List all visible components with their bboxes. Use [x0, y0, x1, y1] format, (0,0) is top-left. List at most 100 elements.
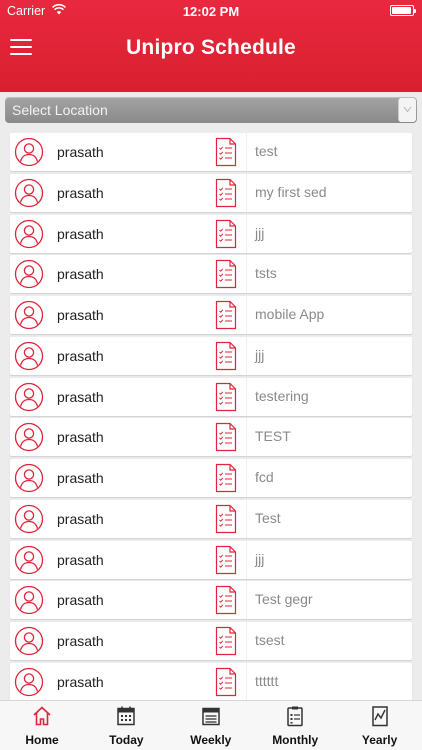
user-avatar-icon [14, 504, 44, 534]
checklist-document-icon [215, 259, 237, 289]
user-avatar-icon [14, 137, 44, 167]
checklist-document-icon [215, 667, 237, 697]
row-divider [246, 499, 247, 538]
list-item-topic: jjj [255, 224, 265, 241]
location-select[interactable]: Select Location [5, 97, 417, 123]
row-divider [246, 662, 247, 701]
tab-label: Weekly [190, 733, 232, 747]
checklist-document-icon [215, 545, 237, 575]
row-divider [246, 540, 247, 579]
tab-label: Yearly [361, 733, 398, 747]
list-item-topic: jjj [255, 346, 265, 363]
row-divider [246, 336, 247, 375]
list-item-topic: mobile App [255, 306, 325, 322]
list-item-topic: jjj [255, 550, 265, 567]
status-time: 12:02 PM [182, 4, 240, 19]
list-item-topic: tsest [255, 632, 285, 648]
row-divider [246, 459, 247, 497]
tab-home[interactable]: Home [0, 701, 84, 750]
user-avatar-icon [14, 545, 44, 575]
location-placeholder: Select Location [12, 102, 108, 118]
user-avatar-icon [14, 178, 44, 208]
list-item-topic: testering [255, 387, 309, 404]
list-item-name: prasath [57, 388, 104, 405]
list-item[interactable]: prasath mobile App [10, 296, 412, 334]
user-avatar-icon [14, 626, 44, 656]
list-item[interactable]: prasath testering [10, 377, 412, 416]
list-item[interactable]: prasath tsest [10, 622, 412, 660]
list-item[interactable]: prasath jjj [10, 540, 412, 579]
list-item[interactable]: prasath TEST [10, 418, 412, 457]
list-item-name: prasath [57, 347, 104, 364]
list-item-name: prasath [57, 673, 104, 690]
row-divider [246, 173, 247, 212]
list-item-topic: test [255, 143, 278, 159]
page-title: Unipro Schedule [126, 36, 296, 59]
row-divider [246, 255, 247, 294]
row-divider [246, 133, 247, 171]
checklist-document-icon [215, 178, 237, 208]
checklist-document-icon [215, 382, 237, 412]
list-item-topic: Test [255, 509, 281, 526]
list-item-topic: TEST [255, 428, 291, 445]
list-item[interactable]: prasath my first sed [10, 173, 412, 212]
checklist-document-icon [215, 422, 237, 452]
tab-yearly[interactable]: Yearly [338, 701, 422, 750]
list-item[interactable]: prasath jjj [10, 214, 412, 253]
row-divider [246, 296, 247, 334]
checklist-document-icon [215, 219, 237, 249]
tab-label: Monthly [272, 733, 319, 747]
tab-label: Today [109, 733, 144, 747]
list-item-name: prasath [57, 184, 104, 201]
user-avatar-icon [14, 219, 44, 249]
checklist-document-icon [215, 504, 237, 534]
list-item-topic: Test gegr [255, 591, 313, 608]
checklist-document-icon [215, 585, 237, 615]
user-avatar-icon [14, 300, 44, 330]
chevron-down-icon[interactable] [398, 98, 416, 122]
row-divider [246, 214, 247, 253]
checklist-document-icon [215, 463, 237, 493]
checklist-document-icon [215, 137, 237, 167]
tab-label: Home [25, 733, 59, 747]
tab-weekly[interactable]: Weekly [169, 701, 253, 750]
row-divider [246, 622, 247, 660]
list-item[interactable]: prasath tsts [10, 255, 412, 294]
row-divider [246, 418, 247, 457]
list-item[interactable]: prasath Test [10, 499, 412, 538]
user-avatar-icon [14, 422, 44, 452]
list-item-name: prasath [57, 429, 104, 446]
battery-icon [390, 5, 416, 16]
list-item-topic: tsts [255, 265, 277, 282]
checklist-document-icon [215, 300, 237, 330]
user-avatar-icon [14, 667, 44, 697]
user-avatar-icon [14, 382, 44, 412]
list-item-name: prasath [57, 144, 104, 160]
user-avatar-icon [14, 259, 44, 289]
list-item-topic: fcd [255, 469, 274, 485]
list-item-name: prasath [57, 510, 104, 527]
checklist-document-icon [215, 626, 237, 656]
list-item[interactable]: prasath tttttt [10, 662, 412, 701]
list-item[interactable]: prasath Test gegr [10, 581, 412, 620]
user-avatar-icon [14, 585, 44, 615]
list-item-name: prasath [57, 225, 104, 242]
app-header: Carrier 12:02 PM Unipro Schedule [0, 0, 422, 92]
list-item-topic: tttttt [255, 672, 279, 689]
list-item[interactable]: prasath fcd [10, 459, 412, 497]
row-divider [246, 581, 247, 620]
list-item-name: prasath [57, 592, 104, 609]
row-divider [246, 377, 247, 416]
user-avatar-icon [14, 463, 44, 493]
list-item[interactable]: prasath jjj [10, 336, 412, 375]
user-avatar-icon [14, 341, 44, 371]
status-bar: Carrier 12:02 PM [0, 0, 422, 22]
list-item-topic: my first sed [255, 183, 327, 200]
list-item-name: prasath [57, 470, 104, 486]
list-item-name: prasath [57, 266, 104, 283]
checklist-document-icon [215, 341, 237, 371]
tab-monthly[interactable]: Monthly [253, 701, 337, 750]
list-item-name: prasath [57, 551, 104, 568]
tab-today[interactable]: Today [84, 701, 168, 750]
list-item[interactable]: prasath test [10, 133, 412, 171]
